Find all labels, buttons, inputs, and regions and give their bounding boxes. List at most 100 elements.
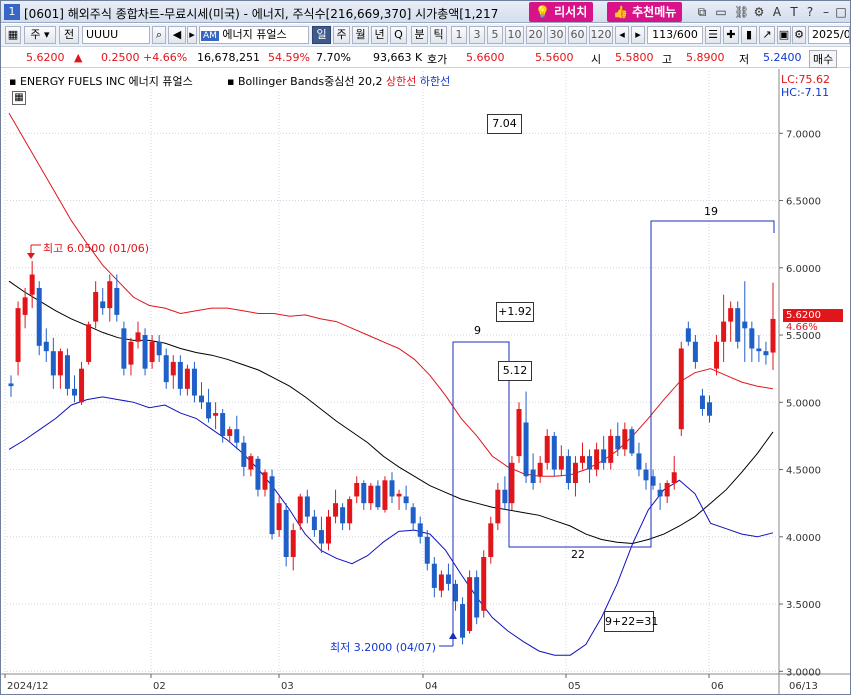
candle-body [707, 402, 712, 416]
x-tick-label: 03 [281, 681, 294, 692]
candle-body [692, 341, 698, 362]
candle-body [629, 429, 635, 454]
candlestick-chart[interactable]: 7.00006.50006.00005.50005.00004.50004.00… [1, 1, 850, 696]
candle-body [530, 469, 536, 483]
annotation-box-192: +1.92 [496, 302, 534, 322]
candle-body [481, 556, 487, 611]
candle-body [558, 456, 564, 470]
annotation-9: 9 [474, 324, 481, 337]
candle-body [664, 483, 670, 497]
candle-body [340, 507, 346, 524]
candle-body [22, 297, 28, 315]
candle-body [248, 456, 254, 470]
candle-body [262, 472, 268, 490]
candle-body [318, 530, 324, 544]
annotation-box-704: 7.04 [487, 114, 522, 134]
candle-body [453, 583, 458, 602]
annotation-19: 19 [704, 205, 718, 218]
candle-body [93, 292, 99, 322]
candle-body [565, 456, 571, 483]
candle-body [269, 476, 275, 535]
candle-body [50, 351, 56, 376]
candle-body [354, 483, 360, 497]
candle-body [699, 395, 705, 410]
candle-body [156, 341, 162, 356]
candle-body [516, 409, 522, 457]
lower-band-line [8, 396, 774, 656]
high-marker-head [27, 253, 35, 259]
candle-body [636, 453, 642, 470]
candle-body [657, 489, 663, 497]
candle-body [191, 368, 197, 396]
candle-body [86, 324, 92, 362]
candle-body [431, 563, 437, 588]
candle-body [361, 483, 367, 504]
high-note: 최고 6.0500 (01/06) [43, 242, 150, 255]
candle-body [311, 516, 317, 531]
candle-body [276, 503, 282, 531]
candles [8, 261, 776, 645]
x-tick-label: 06/13 [789, 681, 818, 692]
candle-body [622, 429, 628, 450]
candle-body [15, 308, 21, 362]
y-tick-label: 3.0000 [786, 667, 821, 678]
candle-body [389, 480, 395, 497]
candle-body [206, 402, 212, 419]
candle-body [100, 301, 106, 309]
candle-body [721, 321, 727, 342]
candle-body [742, 321, 748, 329]
candle-body [396, 493, 402, 497]
candle-body [220, 413, 226, 436]
y-tick-label: 4.5000 [786, 466, 821, 477]
x-tick-label: 04 [425, 681, 438, 692]
candle-body [756, 348, 762, 352]
y-tick-label: 6.5000 [786, 197, 821, 208]
annotation-box-512: 5.12 [498, 361, 532, 381]
candle-body [770, 318, 776, 353]
candle-body [509, 462, 515, 504]
candle-body [643, 469, 649, 481]
y-tick-label: 5.0000 [786, 398, 821, 409]
candle-body [29, 274, 35, 295]
candle-body [544, 435, 550, 463]
candle-body [241, 442, 247, 467]
candle-body [537, 462, 543, 477]
candle-body [347, 499, 353, 524]
candle-body [749, 328, 755, 349]
candle-body [587, 456, 593, 470]
candle-body [326, 516, 331, 544]
x-tick-label: 05 [568, 681, 581, 692]
candle-body [671, 472, 677, 483]
y-tick-label: 6.0000 [786, 264, 821, 275]
y-tick-label: 4.0000 [786, 533, 821, 544]
candle-body [304, 496, 310, 517]
candle-body [714, 341, 720, 369]
candle-body [735, 308, 741, 342]
current-pct-tag: 4.66% [786, 322, 818, 333]
candle-body [128, 341, 134, 365]
candle-body [149, 341, 155, 362]
y-axis: 7.00006.50006.00005.50005.00004.50004.00… [779, 129, 821, 678]
candle-body [502, 489, 508, 504]
candle-body [474, 577, 480, 618]
candle-body [333, 503, 339, 517]
candle-body [382, 480, 388, 510]
candle-body [135, 332, 141, 342]
candle-body [234, 429, 240, 443]
candle-body [72, 388, 77, 396]
candle-body [43, 341, 49, 352]
candle-body [488, 523, 494, 557]
candle-body [460, 604, 466, 638]
y-tick-label: 3.5000 [786, 600, 821, 611]
candle-body [283, 509, 289, 557]
candle-body [410, 507, 416, 524]
candle-body [297, 496, 303, 524]
candle-body [523, 422, 529, 477]
candle-body [728, 308, 734, 322]
candle-body [163, 355, 169, 383]
bollinger-bands [8, 112, 774, 656]
candle-body [107, 281, 113, 309]
annotations [27, 220, 775, 647]
candle-body [375, 485, 381, 508]
candle-body [79, 368, 85, 403]
